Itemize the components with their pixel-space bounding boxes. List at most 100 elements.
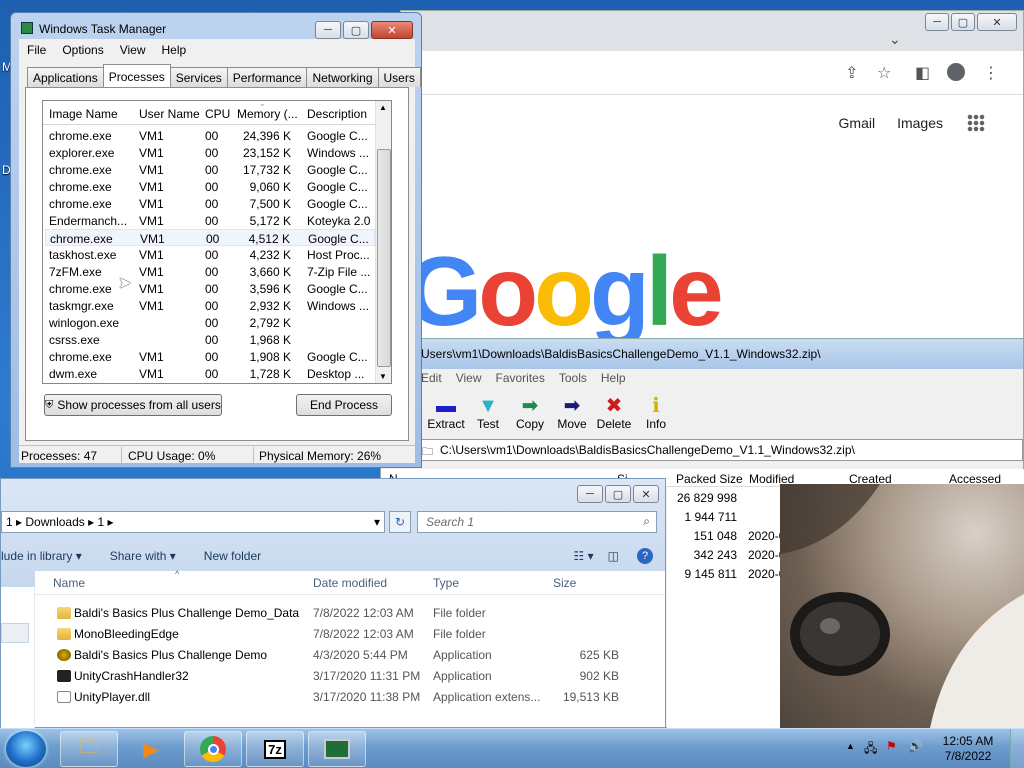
breadcrumb-sep-icon[interactable]: ▸: [16, 515, 25, 529]
address-bar[interactable]: 1 ▸ Downloads ▸ 1 ▸ ▾: [1, 511, 385, 533]
menu-edit[interactable]: Edit: [421, 371, 442, 389]
breadcrumb-item[interactable]: 1: [6, 515, 13, 529]
process-row[interactable]: dwm.exe VM1 00 1,728 K Desktop ...: [45, 365, 375, 382]
close-button[interactable]: ✕: [977, 13, 1017, 31]
action-center-icon[interactable]: ⚑: [886, 739, 897, 753]
file-row[interactable]: UnityPlayer.dll 3/17/2020 11:38 PM Applica…: [37, 687, 637, 708]
process-row[interactable]: chrome.exe VM1 00 17,732 K Google C...: [45, 161, 375, 178]
info-button[interactable]: ℹ Info: [635, 389, 677, 439]
scroll-down-icon[interactable]: ▼: [379, 372, 387, 381]
maximize-button[interactable]: ▢: [951, 13, 975, 31]
process-row[interactable]: 7zFM.exe VM1 00 3,660 K 7-Zip File ...: [45, 263, 375, 280]
process-row[interactable]: chrome.exe VM1 00 24,396 K Google C...: [45, 127, 375, 144]
process-row[interactable]: chrome.exe VM1 00 1,908 K Google C...: [45, 348, 375, 365]
process-row[interactable]: chrome.exe VM1 00 9,060 K Google C...: [45, 178, 375, 195]
include-in-library-button[interactable]: lude in library ▾: [1, 549, 82, 563]
bookmark-star-icon[interactable]: ☆: [877, 63, 891, 83]
side-panel-icon[interactable]: ◧: [915, 63, 930, 83]
file-row[interactable]: UnityCrashHandler32 3/17/2020 11:31 PM App…: [37, 666, 637, 687]
col-type[interactable]: Type: [433, 576, 459, 590]
menu-view[interactable]: View: [456, 371, 482, 389]
scroll-thumb[interactable]: [377, 149, 391, 367]
end-process-button[interactable]: End Process: [296, 394, 392, 416]
search-input[interactable]: Search 1 ⌕: [417, 511, 657, 533]
col-packed-size[interactable]: Packed Size: [676, 472, 743, 486]
tab-applications[interactable]: Applications: [27, 67, 104, 87]
refresh-icon[interactable]: ↻: [389, 511, 411, 533]
menu-help[interactable]: Help: [154, 43, 195, 61]
process-row[interactable]: explorer.exe VM1 00 23,152 K Windows ...: [45, 144, 375, 161]
minimize-button[interactable]: ─: [315, 21, 341, 39]
copy-button[interactable]: ➡ Copy: [509, 389, 551, 439]
maximize-button[interactable]: ▢: [605, 485, 631, 503]
menu-options[interactable]: Options: [54, 43, 111, 61]
nav-pane-item[interactable]: [1, 623, 29, 643]
minimize-button[interactable]: ─: [925, 13, 949, 31]
file-row[interactable]: Baldi's Basics Plus Challenge Demo_Data 7…: [37, 603, 637, 624]
taskmgr-taskbar-button[interactable]: [308, 731, 366, 767]
gmail-link[interactable]: Gmail: [839, 115, 876, 131]
tab-networking[interactable]: Networking: [306, 67, 379, 87]
breadcrumb-item[interactable]: 1: [97, 515, 104, 529]
help-icon[interactable]: ?: [637, 548, 653, 564]
col-user-name[interactable]: User Name: [139, 107, 200, 121]
breadcrumb-sep-icon[interactable]: ▸: [108, 515, 114, 529]
process-row[interactable]: chrome.exe VM1 00 3,596 K Google C...: [45, 280, 375, 297]
google-apps-icon[interactable]: [967, 114, 985, 132]
extract-button[interactable]: ▬ Extract: [425, 389, 467, 439]
process-row[interactable]: chrome.exe VM1 00 4,512 K Google C...: [45, 229, 375, 246]
process-row[interactable]: chrome.exe VM1 00 7,500 K Google C...: [45, 195, 375, 212]
col-name[interactable]: Name: [53, 576, 85, 590]
process-row[interactable]: taskmgr.exe VM1 00 2,932 K Windows ...: [45, 297, 375, 314]
menu-kebab-icon[interactable]: ⋮: [983, 63, 999, 83]
col-image-name[interactable]: Image Name: [49, 107, 118, 121]
7zip-path-field[interactable]: 🗀 C:\Users\vm1\Downloads\BaldisBasicsCha…: [417, 439, 1023, 461]
scroll-up-icon[interactable]: ▲: [379, 103, 387, 112]
breadcrumb-item[interactable]: Downloads: [25, 515, 84, 529]
maximize-button[interactable]: ▢: [343, 21, 369, 39]
show-hidden-icons[interactable]: ▲: [846, 741, 855, 751]
new-folder-button[interactable]: New folder: [204, 549, 261, 563]
close-button[interactable]: ✕: [371, 21, 413, 39]
menu-help[interactable]: Help: [601, 371, 626, 389]
file-row[interactable]: MonoBleedingEdge 7/8/2022 12:03 AM File fo…: [37, 624, 637, 645]
preview-pane-icon[interactable]: ◫: [608, 549, 619, 563]
menu-tools[interactable]: Tools: [559, 371, 587, 389]
col-size[interactable]: Size: [553, 576, 576, 590]
share-with-button[interactable]: Share with ▾: [110, 549, 176, 563]
address-dropdown-icon[interactable]: ▾: [374, 515, 380, 529]
network-icon[interactable]: 🖧: [864, 739, 877, 760]
tab-performance[interactable]: Performance: [226, 67, 308, 87]
7zip-taskbar-button[interactable]: 7z: [246, 731, 304, 767]
col-cpu[interactable]: CPU: [205, 107, 230, 121]
search-icon[interactable]: ⌕: [643, 514, 650, 529]
close-button[interactable]: ✕: [633, 485, 659, 503]
chrome-taskbar-button[interactable]: [184, 731, 242, 767]
col-memory[interactable]: Memory (...: [237, 107, 298, 121]
process-row[interactable]: taskhost.exe VM1 00 4,232 K Host Proc...: [45, 246, 375, 263]
col-date-modified[interactable]: Date modified: [313, 576, 387, 590]
test-button[interactable]: ▼ Test: [467, 389, 509, 439]
menu-view[interactable]: View: [112, 43, 154, 61]
view-options-icon[interactable]: ☷ ▾: [574, 549, 594, 563]
file-row[interactable]: Baldi's Basics Plus Challenge Demo 4/3/20…: [37, 645, 637, 666]
tab-services[interactable]: Services: [169, 67, 228, 87]
process-row[interactable]: csrss.exe 00 1,968 K: [45, 331, 375, 348]
share-icon[interactable]: ⇪: [845, 63, 858, 83]
scrollbar[interactable]: ▲ ▼: [375, 101, 391, 383]
minimize-button[interactable]: ─: [577, 485, 603, 503]
volume-icon[interactable]: 🔊: [908, 739, 923, 753]
tab-search-icon[interactable]: ⌄: [889, 31, 901, 48]
tab-processes[interactable]: Processes: [102, 64, 171, 87]
show-all-processes-button[interactable]: ⛨ Show processes from all users: [44, 394, 222, 416]
menu-favorites[interactable]: Favorites: [495, 371, 544, 389]
menu-file[interactable]: File: [19, 43, 54, 61]
process-row[interactable]: Endermanch... VM1 00 5,172 K Koteyka 2.0: [45, 212, 375, 229]
col-description[interactable]: Description: [307, 107, 367, 121]
profile-avatar-icon[interactable]: [947, 63, 965, 81]
clock[interactable]: 12:05 AM 7/8/2022: [938, 734, 998, 764]
show-desktop-button[interactable]: [1010, 729, 1024, 768]
delete-button[interactable]: ✖ Delete: [593, 389, 635, 439]
move-button[interactable]: ➡ Move: [551, 389, 593, 439]
explorer-taskbar-button[interactable]: 🗀: [60, 731, 118, 767]
